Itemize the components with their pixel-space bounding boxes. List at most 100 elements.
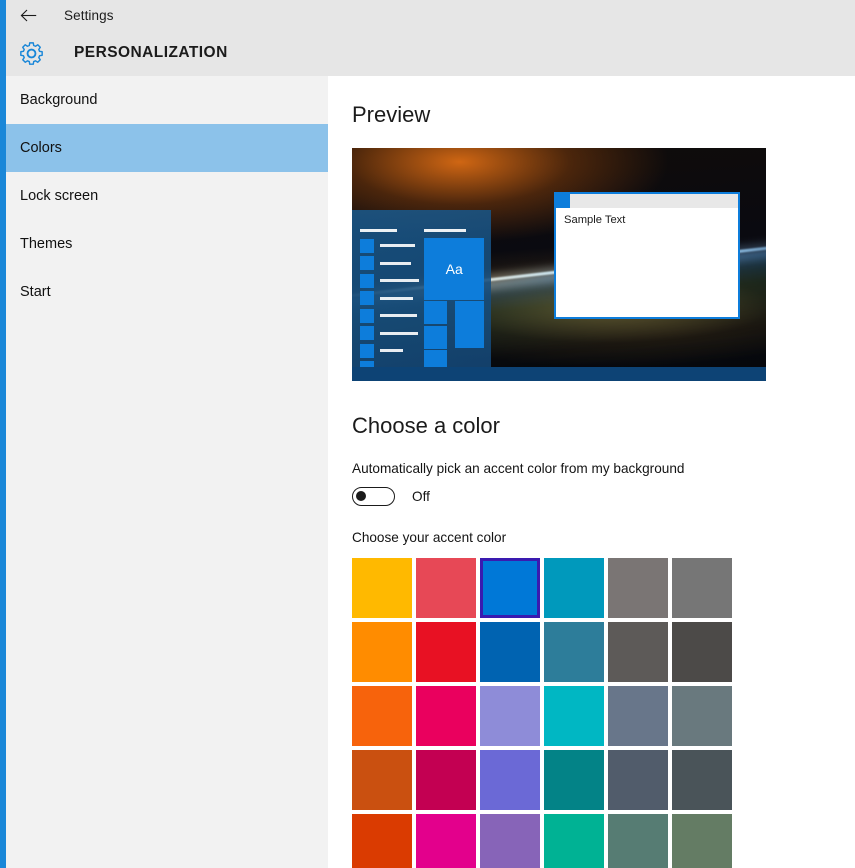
accent-swatch[interactable] bbox=[352, 622, 412, 682]
accent-swatch-cell bbox=[480, 750, 544, 814]
accent-swatch-cell bbox=[416, 686, 480, 750]
accent-swatch-cell bbox=[480, 686, 544, 750]
accent-swatch[interactable] bbox=[416, 686, 476, 746]
content-pane: Preview bbox=[328, 76, 855, 868]
accent-swatch-cell bbox=[608, 622, 672, 686]
accent-swatch[interactable] bbox=[672, 622, 732, 682]
accent-swatch[interactable] bbox=[608, 686, 668, 746]
accent-swatch[interactable] bbox=[416, 750, 476, 810]
preview-sample-window: Sample Text bbox=[554, 192, 740, 319]
page-header: PERSONALIZATION bbox=[6, 30, 855, 76]
accent-swatch[interactable] bbox=[672, 686, 732, 746]
sidebar-item-lock-screen[interactable]: Lock screen bbox=[6, 172, 328, 220]
accent-color-grid bbox=[352, 558, 741, 868]
accent-swatch[interactable] bbox=[352, 750, 412, 810]
theme-preview: Aa bbox=[352, 148, 766, 381]
accent-swatch-cell bbox=[352, 558, 416, 622]
sample-window-titlebar bbox=[556, 194, 738, 208]
accent-swatch[interactable] bbox=[608, 558, 668, 618]
accent-swatch-cell bbox=[672, 622, 736, 686]
accent-swatch[interactable] bbox=[416, 558, 476, 618]
accent-swatch-cell bbox=[480, 558, 544, 622]
accent-swatch[interactable] bbox=[480, 558, 540, 618]
accent-swatch-cell bbox=[480, 622, 544, 686]
preview-heading: Preview bbox=[352, 102, 430, 128]
accent-swatch-cell bbox=[672, 814, 736, 868]
auto-accent-toggle-state: Off bbox=[412, 489, 430, 504]
settings-window: Settings PERSONALIZATION Background Colo… bbox=[0, 0, 855, 868]
accent-swatch[interactable] bbox=[608, 814, 668, 868]
accent-picker-label: Choose your accent color bbox=[352, 530, 506, 545]
start-tiles-divider bbox=[424, 229, 466, 232]
window-accent-edge bbox=[0, 0, 6, 868]
accent-swatch-cell bbox=[416, 814, 480, 868]
accent-swatch[interactable] bbox=[544, 686, 604, 746]
auto-accent-label: Automatically pick an accent color from … bbox=[352, 461, 684, 476]
accent-swatch[interactable] bbox=[480, 750, 540, 810]
accent-swatch-cell bbox=[672, 558, 736, 622]
accent-swatch-cell bbox=[544, 750, 608, 814]
accent-swatch[interactable] bbox=[416, 622, 476, 682]
accent-swatch[interactable] bbox=[544, 750, 604, 810]
accent-swatch[interactable] bbox=[352, 814, 412, 868]
auto-accent-toggle-row: Off bbox=[352, 487, 430, 506]
sidebar-item-label: Start bbox=[20, 284, 51, 300]
accent-swatch[interactable] bbox=[480, 622, 540, 682]
accent-swatch-cell bbox=[416, 558, 480, 622]
accent-swatch-cell bbox=[672, 750, 736, 814]
accent-swatch-cell bbox=[608, 686, 672, 750]
preview-start-menu: Aa bbox=[352, 210, 491, 381]
sidebar-item-colors[interactable]: Colors bbox=[6, 124, 328, 172]
sidebar-item-label: Themes bbox=[20, 236, 72, 252]
accent-swatch-cell bbox=[352, 814, 416, 868]
sidebar-item-label: Colors bbox=[20, 140, 62, 156]
accent-swatch[interactable] bbox=[672, 814, 732, 868]
accent-swatch[interactable] bbox=[672, 750, 732, 810]
auto-accent-toggle[interactable] bbox=[352, 487, 395, 506]
preview-start-tiles: Aa bbox=[424, 229, 484, 381]
accent-swatch-cell bbox=[544, 558, 608, 622]
accent-swatch-cell bbox=[672, 686, 736, 750]
accent-swatch-cell bbox=[352, 750, 416, 814]
sample-window-icon bbox=[556, 194, 570, 208]
app-title: Settings bbox=[64, 8, 114, 23]
accent-swatch[interactable] bbox=[608, 622, 668, 682]
back-button[interactable] bbox=[6, 0, 50, 30]
accent-swatch[interactable] bbox=[544, 622, 604, 682]
sidebar: Background Colors Lock screen Themes Sta… bbox=[6, 76, 328, 868]
choose-color-heading: Choose a color bbox=[352, 413, 500, 439]
accent-swatch-cell bbox=[416, 750, 480, 814]
sidebar-item-start[interactable]: Start bbox=[6, 268, 328, 316]
accent-swatch[interactable] bbox=[480, 686, 540, 746]
accent-swatch[interactable] bbox=[608, 750, 668, 810]
accent-swatch-cell bbox=[608, 558, 672, 622]
accent-swatch[interactable] bbox=[416, 814, 476, 868]
sidebar-item-themes[interactable]: Themes bbox=[6, 220, 328, 268]
accent-swatch-cell bbox=[352, 686, 416, 750]
sidebar-item-label: Background bbox=[20, 92, 97, 108]
accent-swatch[interactable] bbox=[480, 814, 540, 868]
toggle-knob bbox=[356, 491, 366, 501]
accent-swatch-cell bbox=[608, 750, 672, 814]
back-arrow-icon bbox=[20, 9, 37, 22]
title-bar: Settings bbox=[6, 0, 855, 30]
accent-swatch[interactable] bbox=[352, 686, 412, 746]
accent-swatch-cell bbox=[608, 814, 672, 868]
preview-start-app-list bbox=[360, 229, 418, 381]
accent-swatch-cell bbox=[544, 686, 608, 750]
accent-swatch-cell bbox=[416, 622, 480, 686]
page-title: PERSONALIZATION bbox=[74, 44, 228, 62]
gear-icon bbox=[8, 30, 54, 76]
accent-swatch[interactable] bbox=[544, 814, 604, 868]
accent-swatch[interactable] bbox=[352, 558, 412, 618]
preview-taskbar bbox=[352, 367, 766, 381]
sample-window-text: Sample Text bbox=[556, 208, 738, 232]
preview-tile-font: Aa bbox=[424, 238, 484, 300]
accent-swatch[interactable] bbox=[544, 558, 604, 618]
accent-swatch-cell bbox=[544, 814, 608, 868]
sidebar-item-background[interactable]: Background bbox=[6, 76, 328, 124]
accent-swatch-cell bbox=[480, 814, 544, 868]
accent-swatch[interactable] bbox=[672, 558, 732, 618]
accent-swatch-cell bbox=[352, 622, 416, 686]
accent-swatch-cell bbox=[544, 622, 608, 686]
